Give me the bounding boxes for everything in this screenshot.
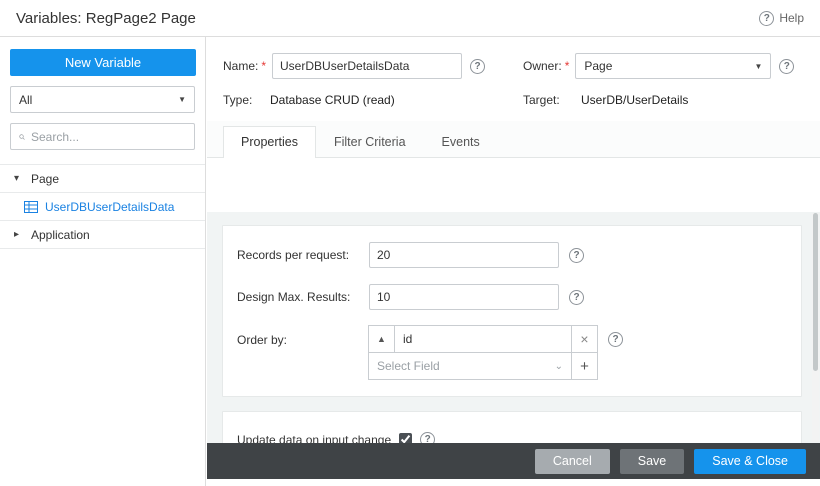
cancel-button[interactable]: Cancel <box>535 449 610 474</box>
variables-sidebar: New Variable All ▼ ▾ Page <box>0 37 206 486</box>
owner-select[interactable]: Page ▼ <box>575 53 771 79</box>
properties-panel: Records per request: ? Design Max. Resul… <box>207 212 820 443</box>
design-max-results-field[interactable] <box>369 284 559 310</box>
variable-filter-value: All <box>19 93 32 107</box>
order-by-label: Order by: <box>237 326 369 347</box>
target-value: UserDB/UserDetails <box>581 93 688 107</box>
update-on-input-change-checkbox[interactable] <box>399 433 412 443</box>
chevron-down-icon: ▼ <box>754 62 762 71</box>
add-order-field-button[interactable]: + <box>571 352 598 380</box>
type-value: Database CRUD (read) <box>270 93 395 107</box>
name-required-marker: * <box>261 59 266 73</box>
records-help-icon[interactable]: ? <box>569 248 584 263</box>
type-label: Type: <box>223 93 270 107</box>
order-by-widget: ▲ id × Select Field ⌄ <box>369 326 598 380</box>
variable-summary-form: Name: * ? Owner: * Page ▼ ? Type: <box>207 37 820 107</box>
select-field-dropdown[interactable]: Select Field ⌄ <box>368 352 572 380</box>
behavior-settings-card: Update data on input change ? Request da… <box>222 411 802 443</box>
name-help-icon[interactable]: ? <box>470 59 485 74</box>
owner-label: Owner: <box>523 59 562 73</box>
owner-value: Page <box>584 59 612 73</box>
new-variable-button[interactable]: New Variable <box>10 49 196 76</box>
plus-icon: + <box>580 358 589 375</box>
chevron-down-icon: ⌄ <box>555 361 563 372</box>
update-on-input-change-help-icon[interactable]: ? <box>420 432 435 443</box>
owner-required-marker: * <box>565 59 570 73</box>
action-bar: Cancel Save Save & Close <box>207 443 820 479</box>
help-label: Help <box>779 11 804 25</box>
variable-type-icon <box>24 201 38 213</box>
tab-events[interactable]: Events <box>424 126 498 157</box>
search-icon <box>19 131 25 143</box>
help-icon: ? <box>759 11 774 26</box>
tree-item-label: Page <box>31 172 59 186</box>
variable-search[interactable] <box>10 123 195 150</box>
page-title: Variables: RegPage2 Page <box>16 10 196 27</box>
chevron-up-icon: ▲ <box>377 334 386 344</box>
search-input[interactable] <box>31 130 186 144</box>
tab-filter-criteria[interactable]: Filter Criteria <box>316 126 424 157</box>
update-on-input-change-label: Update data on input change <box>237 433 391 444</box>
order-by-field[interactable]: id <box>394 325 572 353</box>
records-per-request-label: Records per request: <box>237 248 369 262</box>
variable-filter-dropdown[interactable]: All ▼ <box>10 86 195 113</box>
remove-order-field-button[interactable]: × <box>571 325 598 353</box>
close-icon: × <box>580 331 588 347</box>
pagination-settings-card: Records per request: ? Design Max. Resul… <box>222 225 802 397</box>
tree-item-userdbuserdetailsdata[interactable]: UserDBUserDetailsData <box>0 193 205 221</box>
chevron-expanded-icon[interactable]: ▾ <box>14 173 24 184</box>
tree-item-page[interactable]: ▾ Page <box>0 165 205 193</box>
dialog-header: Variables: RegPage2 Page ? Help <box>0 0 820 37</box>
sort-direction-button[interactable]: ▲ <box>368 325 395 353</box>
order-by-help-icon[interactable]: ? <box>608 332 623 347</box>
help-button[interactable]: ? Help <box>759 11 804 26</box>
design-max-help-icon[interactable]: ? <box>569 290 584 305</box>
design-max-results-label: Design Max. Results: <box>237 290 369 304</box>
chevron-collapsed-icon[interactable]: ▸ <box>14 229 24 240</box>
variables-tree: ▾ Page UserDBUserDetailsData ▸ Applicati… <box>0 164 205 249</box>
name-label: Name: <box>223 59 258 73</box>
owner-help-icon[interactable]: ? <box>779 59 794 74</box>
tab-properties[interactable]: Properties <box>223 126 316 158</box>
target-label: Target: <box>523 93 581 107</box>
vertical-scrollbar[interactable] <box>812 213 819 442</box>
name-field[interactable] <box>272 53 462 79</box>
tree-item-label: UserDBUserDetailsData <box>45 200 174 214</box>
tree-item-application[interactable]: ▸ Application <box>0 221 205 249</box>
variable-detail-panel: Name: * ? Owner: * Page ▼ ? Type: <box>207 37 820 486</box>
records-per-request-field[interactable] <box>369 242 559 268</box>
chevron-down-icon: ▼ <box>178 95 186 104</box>
save-button[interactable]: Save <box>620 449 685 474</box>
variables-dialog: Variables: RegPage2 Page ? Help New Vari… <box>0 0 820 486</box>
scrollbar-thumb[interactable] <box>813 213 818 371</box>
select-field-placeholder: Select Field <box>377 359 440 373</box>
detail-tabs: Properties Filter Criteria Events <box>207 121 820 158</box>
save-and-close-button[interactable]: Save & Close <box>694 449 806 474</box>
tree-item-label: Application <box>31 228 90 242</box>
